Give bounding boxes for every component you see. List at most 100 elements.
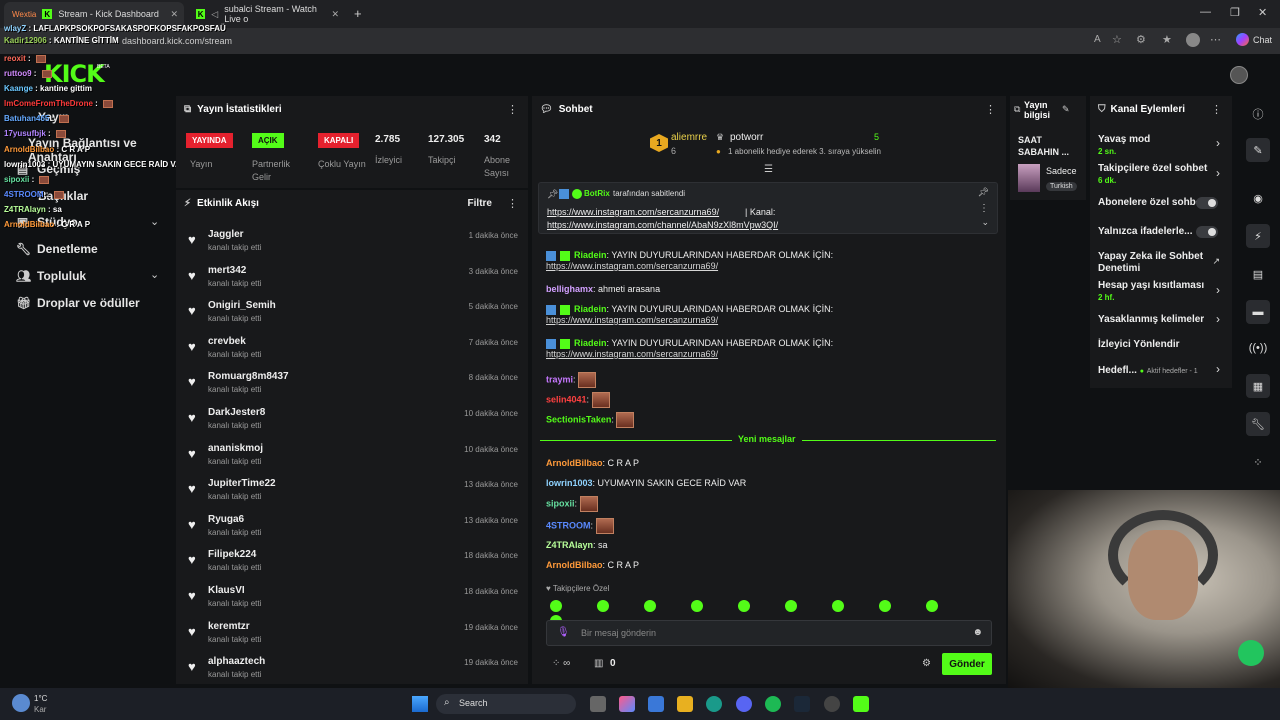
chat-bubble-icon[interactable]: [1238, 640, 1264, 666]
more-menu-icon[interactable]: ⋮: [1211, 103, 1222, 116]
broadcast-icon[interactable]: ((•)): [1246, 336, 1270, 360]
activity-username[interactable]: KlausVI: [208, 585, 245, 596]
emote-icon[interactable]: [879, 600, 891, 612]
activity-username[interactable]: crevbek: [208, 336, 246, 347]
emote-icon[interactable]: [738, 600, 750, 612]
obs-icon[interactable]: [824, 696, 840, 712]
activity-item[interactable]: ♥ Romuarg8m8437 kanalı takip etti 8 dakika …: [176, 368, 528, 404]
favorite-star-icon[interactable]: ☆: [1112, 33, 1122, 46]
kick-app-icon[interactable]: [853, 696, 869, 712]
chat-username[interactable]: lowrin1003: [546, 478, 593, 488]
activity-username[interactable]: DarkJester8: [208, 407, 265, 418]
chat-username[interactable]: Z4TRAlayn: [546, 540, 593, 550]
chat-username[interactable]: ArnoldBilbao: [546, 458, 603, 468]
collapse-icon[interactable]: ☰: [764, 164, 773, 175]
shop-icon[interactable]: ▥: [594, 658, 603, 669]
chat-username[interactable]: Riadein: [574, 250, 607, 260]
favorites-icon[interactable]: ★: [1162, 33, 1172, 46]
activity-username[interactable]: Romuarg8m8437: [208, 371, 289, 382]
chat-link[interactable]: https://www.instagram.com/sercanzurna69/: [546, 261, 718, 271]
chevron-right-icon[interactable]: ›: [1216, 283, 1220, 297]
chevron-right-icon[interactable]: ›: [1216, 362, 1220, 376]
activity-username[interactable]: Jaggler: [208, 229, 244, 240]
activity-username[interactable]: mert342: [208, 265, 246, 276]
tab-subalci-stream[interactable]: K ◁ subalci Stream - Watch Live o ✕: [188, 2, 343, 26]
chevron-right-icon[interactable]: ›: [1216, 136, 1220, 150]
camera-icon[interactable]: ◉: [1246, 186, 1270, 210]
extensions-icon[interactable]: ⚙: [1136, 33, 1146, 46]
followers-only-item[interactable]: Takipçilere özel sohbet 6 dk.: [1098, 163, 1207, 187]
steam-icon[interactable]: [794, 696, 810, 712]
infinity-icon[interactable]: ⁘ ∞: [552, 658, 570, 669]
activity-username[interactable]: Filipek224: [208, 549, 256, 560]
task-view-icon[interactable]: [590, 696, 606, 712]
ai-moderation-item[interactable]: Yapay Zeka ile Sohbet Denetimi: [1098, 251, 1208, 275]
external-link-icon[interactable]: ↗: [1212, 256, 1220, 267]
emoji-picker-icon[interactable]: ☻: [972, 627, 983, 638]
chevron-right-icon[interactable]: ›: [1216, 166, 1220, 180]
activity-item[interactable]: ♥ KlausVI kanalı takip etti 18 dakika önce: [176, 582, 528, 618]
leader-name[interactable]: aliemrre: [671, 132, 707, 143]
activity-username[interactable]: alphaaztech: [208, 656, 265, 667]
subscribers-only-toggle[interactable]: [1196, 197, 1218, 209]
info-icon[interactable]: ⓘ: [1246, 102, 1270, 126]
nav-item-drops[interactable]: 🎁︎ Droplar ve ödüller: [16, 296, 140, 310]
activity-username[interactable]: Ryuga6: [208, 514, 244, 525]
activity-item[interactable]: ♥ keremtzr kanalı takip etti 19 dakika önce: [176, 618, 528, 654]
filter-button[interactable]: Filtre: [468, 198, 492, 209]
bolt-icon[interactable]: ⚡︎: [1246, 224, 1270, 248]
settings-gear-icon[interactable]: ⚙: [922, 658, 931, 669]
chat-link[interactable]: https://www.instagram.com/sercanzurna69/: [546, 315, 718, 325]
pinned-link-1[interactable]: https://www.instagram.com/sercanzurna69/: [547, 207, 719, 217]
layout-icon[interactable]: ▦: [1246, 374, 1270, 398]
nav-item-community[interactable]: 👥︎ Topluluk: [16, 269, 86, 283]
leader-name[interactable]: potworr: [730, 132, 763, 143]
emote-icon[interactable]: [644, 600, 656, 612]
chat-button[interactable]: Chat: [1253, 35, 1272, 45]
chevron-down-icon[interactable]: ⌄: [981, 217, 989, 228]
copilot-app-icon[interactable]: [619, 696, 635, 712]
edge-icon[interactable]: [706, 696, 722, 712]
activity-item[interactable]: ♥ Jaggler kanalı takip etti 1 dakika önce: [176, 226, 528, 262]
emote-icon[interactable]: [597, 600, 609, 612]
maximize-icon[interactable]: ❐: [1230, 6, 1240, 19]
status-badge[interactable]: YAYINDA: [186, 133, 233, 148]
windows-start-icon[interactable]: [412, 696, 428, 712]
microphone-icon[interactable]: 🎙︎: [557, 627, 570, 638]
more-menu-icon[interactable]: ⋯: [1210, 33, 1221, 46]
more-menu-icon[interactable]: ⋮: [507, 197, 518, 210]
emote-icon[interactable]: [832, 600, 844, 612]
chat-link[interactable]: https://www.instagram.com/sercanzurna69/: [546, 349, 718, 359]
banned-words-item[interactable]: Yasaklanmış kelimeler: [1098, 314, 1204, 326]
minimize-icon[interactable]: —: [1200, 6, 1211, 18]
emotes-only-toggle[interactable]: [1196, 226, 1218, 238]
activity-item[interactable]: ♥ Onigiri_Semih kanalı takip etti 5 dakika …: [176, 297, 528, 333]
pin-toggle-icon[interactable]: 📌︎: [978, 187, 989, 198]
chat-username[interactable]: traymi: [546, 374, 573, 384]
activity-item[interactable]: ♥ mert342 kanalı takip etti 3 dakika önce: [176, 262, 528, 298]
chevron-down-icon[interactable]: ⌄: [150, 268, 159, 281]
activity-item[interactable]: ♥ ananiskmoj kanalı takip etti 10 dakika ön…: [176, 440, 528, 476]
activity-item[interactable]: ♥ alphaaztech kanalı takip etti 19 dakika ö…: [176, 653, 528, 684]
activity-item[interactable]: ♥ Ryuga6 kanalı takip etti 13 dakika önce: [176, 511, 528, 547]
activity-item[interactable]: ♥ Filipek224 kanalı takip etti 18 dakika ön…: [176, 546, 528, 582]
activity-username[interactable]: JupiterTime22: [208, 478, 276, 489]
chat-username[interactable]: sipoxii: [546, 498, 575, 508]
close-window-icon[interactable]: ✕: [1258, 6, 1267, 19]
discord-icon[interactable]: [736, 696, 752, 712]
store-icon[interactable]: [648, 696, 664, 712]
emote-icon[interactable]: [550, 600, 562, 612]
emote-icon[interactable]: [926, 600, 938, 612]
activity-username[interactable]: ananiskmoj: [208, 443, 263, 454]
activity-item[interactable]: ♥ JupiterTime22 kanalı takip etti 13 dakika…: [176, 475, 528, 511]
chevron-down-icon[interactable]: ⌄: [150, 215, 159, 228]
status-badge[interactable]: AÇIK: [252, 133, 284, 148]
slow-mode-item[interactable]: Yavaş mod 2 sn.: [1098, 134, 1150, 158]
emote-icon[interactable]: [691, 600, 703, 612]
address-input[interactable]: dashboard.kick.com/stream: [122, 36, 232, 46]
activity-item[interactable]: ♥ DarkJester8 kanalı takip etti 10 dakika ö…: [176, 404, 528, 440]
pinned-link-2[interactable]: https://www.instagram.com/channel/AbaN9z…: [547, 220, 778, 230]
chat-username[interactable]: 4STROOM: [546, 520, 591, 530]
chat-username[interactable]: Riadein: [574, 338, 607, 348]
chat-username[interactable]: SectionisTaken: [546, 414, 611, 424]
